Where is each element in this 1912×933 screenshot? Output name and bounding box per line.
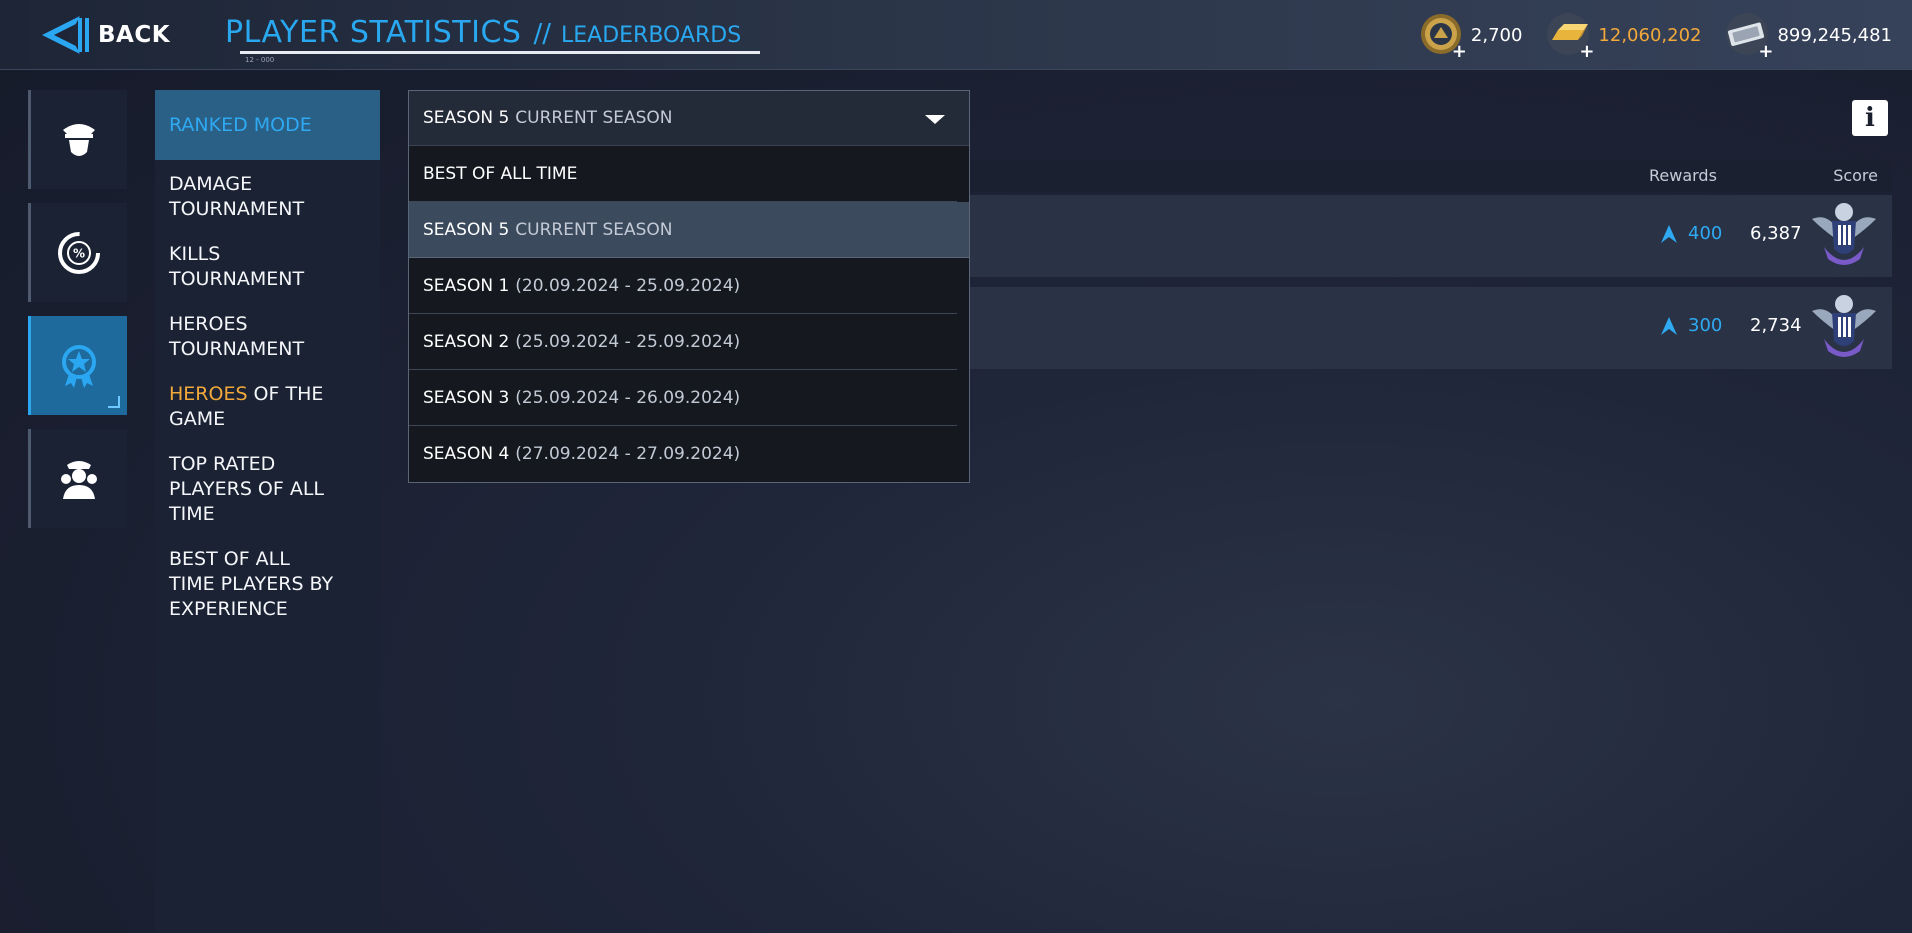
season-option[interactable]: SEASON 2 (25.09.2024 - 25.09.2024) [409, 314, 957, 370]
ranked-badge-icon [62, 344, 96, 388]
tab-ranked[interactable] [28, 316, 127, 415]
stats-percent-icon: % [58, 231, 100, 274]
mode-damage-tournament[interactable]: DAMAGE TOURNAMENT [155, 172, 335, 222]
season-option-label: SEASON 1 [423, 275, 510, 296]
rank-chevron-icon [1661, 225, 1677, 243]
back-label: BACK [98, 22, 171, 48]
season-option[interactable]: SEASON 3 (25.09.2024 - 26.09.2024) [409, 370, 957, 426]
currency-silver[interactable]: + 899,245,481 [1723, 12, 1892, 62]
currency-value: 899,245,481 [1777, 24, 1892, 46]
column-rewards: Rewards [1649, 166, 1717, 185]
season-option-current[interactable]: SEASON 5 CURRENT SEASON [409, 202, 969, 258]
row-reward: 300 [1688, 315, 1723, 336]
season-option-label: BEST OF ALL TIME [423, 163, 578, 184]
mode-top-rated[interactable]: TOP RATED PLAYERS OF ALL TIME [155, 452, 355, 527]
top-bar: BACK PLAYER STATISTICS // LEADERBOARDS 1… [0, 0, 1912, 70]
mode-ranked[interactable]: RANKED MODE [155, 90, 380, 160]
rank-chevron-icon [1661, 317, 1677, 335]
info-button[interactable]: i [1852, 100, 1888, 136]
add-icon[interactable]: + [1579, 41, 1594, 62]
back-arrow-icon [42, 16, 89, 54]
chevron-down-icon [925, 115, 945, 124]
season-option[interactable]: SEASON 4 (27.09.2024 - 27.09.2024) [409, 426, 957, 482]
currency-bar: + 2,700 + 12,060,202 + 899,245,481 [1395, 12, 1892, 62]
info-icon: i [1865, 103, 1875, 133]
add-icon[interactable]: + [1758, 41, 1773, 62]
row-score: 6,387 [1750, 223, 1802, 244]
season-option-sub: (25.09.2024 - 25.09.2024) [515, 331, 741, 352]
svg-text:%: % [73, 246, 85, 260]
page-title: PLAYER STATISTICS // LEADERBOARDS [225, 15, 741, 50]
back-button[interactable]: BACK [40, 14, 170, 56]
rank-emblem-icon [1812, 295, 1876, 357]
selected-season: SEASON 5 [423, 108, 510, 128]
commander-icon [63, 123, 95, 156]
column-score: Score [1833, 166, 1878, 185]
tab-stats[interactable]: % [28, 203, 127, 302]
season-select[interactable]: SEASON 5 CURRENT SEASON [409, 91, 969, 146]
mode-heroes-tournament[interactable]: HEROES TOURNAMENT [155, 312, 335, 362]
page-subtitle: LEADERBOARDS [561, 23, 742, 48]
season-option-label: SEASON 4 [423, 444, 510, 464]
title-caption: 12 - 000 [245, 56, 275, 64]
add-icon[interactable]: + [1452, 41, 1467, 62]
gold-bar-icon: + [1544, 12, 1594, 62]
season-option-label: SEASON 5 [423, 219, 510, 240]
page-title-separator: // [533, 19, 551, 49]
title-underline [240, 51, 760, 54]
row-reward: 400 [1688, 223, 1723, 244]
mode-list: RANKED MODE DAMAGE TOURNAMENT KILLS TOUR… [155, 90, 380, 933]
mode-best-experience[interactable]: BEST OF ALL TIME PLAYERS BY EXPERIENCE [155, 547, 355, 622]
selected-season-sub: CURRENT SEASON [515, 108, 673, 128]
season-option-sub: CURRENT SEASON [515, 219, 673, 240]
silver-cash-icon: + [1723, 12, 1773, 62]
mode-highlight: HEROES [169, 383, 248, 405]
category-tabs: % [28, 90, 127, 542]
active-corner-marker [108, 396, 120, 408]
row-score: 2,734 [1750, 315, 1802, 336]
season-option-sub: (25.09.2024 - 26.09.2024) [515, 387, 741, 408]
season-option[interactable]: BEST OF ALL TIME [409, 146, 957, 202]
season-option-sub: (27.09.2024 - 27.09.2024) [515, 444, 741, 464]
currency-medal[interactable]: + 2,700 [1417, 12, 1523, 62]
currency-value: 12,060,202 [1598, 24, 1702, 46]
currency-gold[interactable]: + 12,060,202 [1544, 12, 1702, 62]
page-title-main: PLAYER STATISTICS [225, 15, 522, 50]
medal-coin-icon: + [1417, 12, 1467, 62]
rank-emblem-icon [1812, 203, 1876, 265]
crew-icon [61, 460, 97, 499]
season-option-label: SEASON 3 [423, 387, 510, 408]
season-dropdown[interactable]: SEASON 5 CURRENT SEASON BEST OF ALL TIME… [408, 90, 970, 483]
currency-value: 2,700 [1470, 24, 1523, 46]
tab-crew[interactable] [28, 429, 127, 528]
season-option-sub: (20.09.2024 - 25.09.2024) [515, 275, 741, 296]
season-option[interactable]: SEASON 1 (20.09.2024 - 25.09.2024) [409, 258, 957, 314]
mode-heroes-of-the-game[interactable]: HEROES OF THE GAME [155, 382, 355, 432]
mode-kills-tournament[interactable]: KILLS TOURNAMENT [155, 242, 335, 292]
season-option-label: SEASON 2 [423, 331, 510, 352]
tab-commander[interactable] [28, 90, 127, 189]
